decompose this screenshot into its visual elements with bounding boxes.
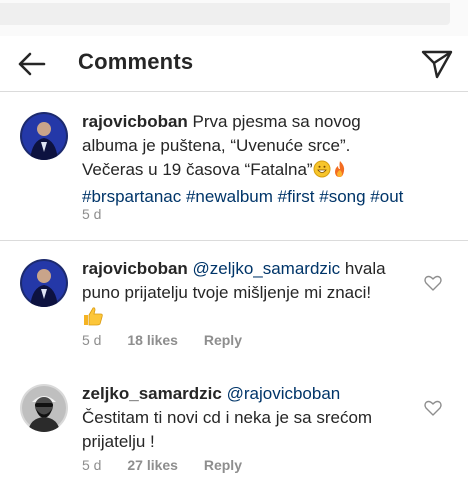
comment-mention[interactable]: @rajovicboban (227, 384, 341, 403)
comment-username[interactable]: zeljko_samardzic (82, 384, 222, 403)
comment-item: rajovicboban @zeljko_samardzic hvala pun… (0, 241, 468, 368)
reply-button[interactable]: Reply (204, 457, 242, 473)
like-button[interactable] (424, 400, 442, 416)
comments-header: Comments (0, 36, 468, 92)
back-button[interactable] (14, 48, 50, 80)
comment-likes[interactable]: 18 likes (127, 332, 178, 348)
thumbs-up-emoji-icon (82, 305, 104, 334)
hashtag-out[interactable]: #out (370, 187, 403, 206)
comment-timestamp: 5 d (82, 332, 102, 348)
avatar[interactable] (20, 259, 68, 307)
user-avatar-icon (20, 384, 68, 432)
caption-username[interactable]: rajovicboban (82, 112, 188, 131)
share-button[interactable] (420, 46, 454, 80)
status-area (0, 0, 468, 36)
caption-text: rajovicboban Prva pjesma sa novog albuma… (82, 110, 412, 209)
grinning-face-emoji-icon (313, 160, 331, 185)
hashtag-first[interactable]: #first (278, 187, 315, 206)
caption-meta: 5 d (82, 206, 123, 222)
avatar[interactable] (20, 112, 68, 160)
user-avatar-icon (20, 112, 68, 160)
heart-icon (424, 400, 442, 416)
comment-username[interactable]: rajovicboban (82, 259, 188, 278)
heart-icon (424, 275, 442, 291)
fire-emoji-icon (331, 160, 349, 185)
search-bar-placeholder (0, 3, 450, 25)
user-avatar-icon (20, 259, 68, 307)
paper-plane-icon (421, 50, 453, 79)
comment-meta: 5 d 18 likes Reply (82, 332, 264, 348)
avatar[interactable] (20, 384, 68, 432)
reply-button[interactable]: Reply (204, 332, 242, 348)
arrow-left-icon (18, 52, 46, 76)
comment-meta: 5 d 27 likes Reply (82, 457, 264, 473)
post-caption: rajovicboban Prva pjesma sa novog albuma… (0, 92, 468, 240)
caption-timestamp: 5 d (82, 206, 102, 222)
comment-item: zeljko_samardzic @rajovicboban Čestitam … (0, 368, 468, 501)
hashtag-brspartanac[interactable]: #brspartanac (82, 187, 181, 206)
comment-timestamp: 5 d (82, 457, 102, 473)
comment-likes[interactable]: 27 likes (127, 457, 178, 473)
like-button[interactable] (424, 275, 442, 291)
comment-text: rajovicboban @zeljko_samardzic hvala pun… (82, 257, 412, 334)
comment-message: Čestitam ti novi cd i neka je sa srećom … (82, 408, 373, 451)
comment-mention[interactable]: @zeljko_samardzic (193, 259, 341, 278)
hashtag-newalbum[interactable]: #newalbum (186, 187, 273, 206)
page-title: Comments (78, 49, 194, 74)
hashtag-song[interactable]: #song (319, 187, 365, 206)
comment-text: zeljko_samardzic @rajovicboban Čestitam … (82, 382, 412, 454)
